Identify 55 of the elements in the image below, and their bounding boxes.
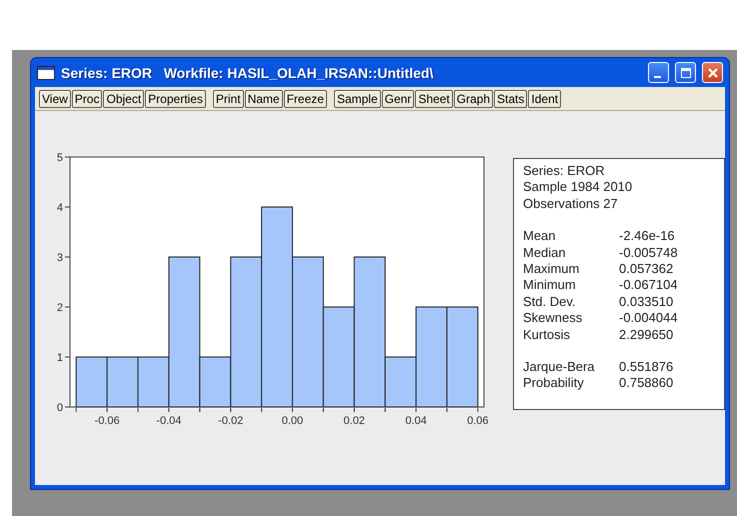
x-tick-label: 0.04 bbox=[405, 415, 427, 427]
stat-value: 0.758860 bbox=[619, 375, 674, 392]
stat-label: Kurtosis bbox=[523, 326, 571, 344]
stat-value: -0.067104 bbox=[619, 277, 679, 294]
toolbar-button[interactable]: Ident bbox=[528, 90, 562, 108]
close-icon bbox=[706, 66, 718, 78]
stat-value: 0.057362 bbox=[619, 261, 674, 278]
x-tick-label: -0.04 bbox=[156, 415, 182, 427]
stat-label: Minimum bbox=[523, 277, 577, 294]
stats-header: Series: EROR bbox=[523, 163, 606, 180]
stat-label: Jarque-Bera bbox=[523, 359, 596, 376]
toolbar-button[interactable]: Genr bbox=[382, 90, 414, 108]
stat-label: Std. Dev. bbox=[523, 294, 577, 310]
y-tick-label: 2 bbox=[56, 302, 63, 314]
toolbar-button[interactable]: Object bbox=[103, 90, 144, 108]
toolbar-button[interactable]: Freeze bbox=[284, 90, 327, 108]
stat-label: Probability bbox=[523, 375, 585, 392]
toolbar-button[interactable]: Stats bbox=[494, 90, 528, 108]
window-title: Series: EROR Workfile: HASIL_OLAH_IRSAN::Untitled\ bbox=[61, 64, 434, 80]
close-button[interactable] bbox=[702, 62, 723, 83]
toolbar-button[interactable]: Print bbox=[212, 90, 244, 108]
y-tick-label: 0 bbox=[56, 402, 63, 414]
x-tick-label: -0.06 bbox=[94, 415, 120, 427]
maximize-icon bbox=[680, 66, 692, 78]
stats-header: Sample 1984 2010 bbox=[523, 179, 634, 196]
x-tick-label: 0.02 bbox=[344, 415, 365, 427]
toolbar-button[interactable]: View bbox=[39, 90, 71, 108]
toolbar-button[interactable]: Sheet bbox=[415, 90, 453, 108]
x-tick-label: -0.02 bbox=[218, 415, 244, 427]
x-tick-label: 0.00 bbox=[282, 415, 304, 427]
minimize-button[interactable] bbox=[648, 62, 669, 83]
stat-value: 0.551876 bbox=[619, 359, 674, 376]
y-tick-label: 4 bbox=[56, 202, 63, 214]
toolbar-button[interactable]: Sample bbox=[334, 90, 381, 108]
stat-value: 0.033510 bbox=[619, 294, 674, 310]
stat-label: Median bbox=[523, 244, 567, 262]
y-tick-label: 1 bbox=[56, 352, 63, 364]
x-tick-label: 0.06 bbox=[467, 415, 489, 427]
stats-header: Observations 27 bbox=[523, 196, 619, 212]
y-tick-label: 3 bbox=[56, 252, 63, 264]
toolbar-button[interactable]: Proc bbox=[72, 90, 102, 108]
maximize-button[interactable] bbox=[675, 62, 696, 83]
stat-value: -0.004044 bbox=[619, 310, 679, 327]
stat-label: Skewness bbox=[523, 310, 584, 327]
toolbar-button[interactable]: Properties bbox=[145, 90, 206, 108]
stat-value: 2.299650 bbox=[619, 326, 674, 344]
toolbar-button[interactable]: Graph bbox=[454, 90, 494, 108]
stat-value: -2.46e-16 bbox=[619, 228, 676, 245]
minimize-icon bbox=[654, 76, 660, 78]
stat-value: -0.005748 bbox=[619, 244, 679, 262]
toolbar-button[interactable]: Name bbox=[244, 90, 283, 108]
stat-label: Maximum bbox=[523, 261, 580, 278]
app-icon bbox=[37, 66, 55, 80]
stat-label: Mean bbox=[523, 228, 557, 245]
y-tick-label: 5 bbox=[56, 152, 63, 164]
